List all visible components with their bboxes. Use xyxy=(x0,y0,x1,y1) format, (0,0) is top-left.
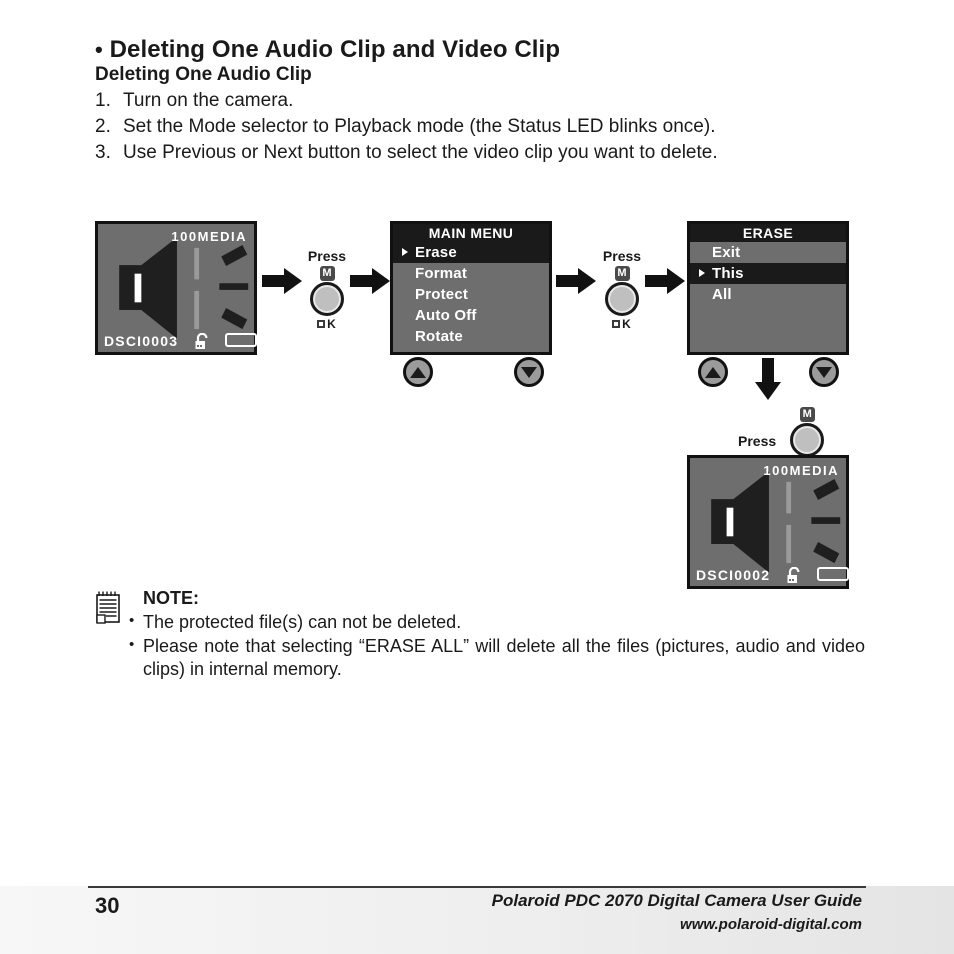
ok-square-glyph-icon xyxy=(317,320,326,328)
list-item: 3. Use Previous or Next button to select… xyxy=(95,140,860,165)
up-button[interactable] xyxy=(403,357,433,387)
mode-badge-icon: M xyxy=(614,266,630,281)
note-header: NOTE: xyxy=(95,588,865,624)
media-folder-label: 100MEDIA xyxy=(171,229,247,244)
file-name-label: DSCI0002 xyxy=(696,567,771,583)
note-items: The protected file(s) can not be deleted… xyxy=(95,609,865,681)
press-label: Press xyxy=(307,248,347,264)
press-label: Press xyxy=(738,432,777,449)
battery-icon xyxy=(225,333,259,347)
section-heading-text: Deleting One Audio Clip and Video Clip xyxy=(109,36,561,63)
step-number: 2. xyxy=(95,116,111,137)
menu-item-auto-off[interactable]: Auto Off xyxy=(393,305,549,326)
menu-item-rotate[interactable]: Rotate xyxy=(393,326,549,347)
battery-icon xyxy=(817,567,851,581)
menu-item-exit[interactable]: Exit xyxy=(690,242,846,263)
unlock-icon xyxy=(195,333,208,349)
menu-item-erase[interactable]: Erase xyxy=(393,242,549,263)
menu-item-format[interactable]: Format xyxy=(393,263,549,284)
file-name-label: DSCI0003 xyxy=(104,333,179,349)
menu-item-protect[interactable]: Protect xyxy=(393,284,549,305)
down-button[interactable] xyxy=(514,357,544,387)
footer-url[interactable]: www.polaroid-digital.com xyxy=(680,916,862,933)
triangle-down-icon xyxy=(521,366,537,378)
step-number: 3. xyxy=(95,142,111,163)
menu-item-all[interactable]: All xyxy=(690,284,846,305)
media-folder-label: 100MEDIA xyxy=(763,463,839,478)
triangle-up-icon xyxy=(705,366,721,378)
erase-menu-panel: ERASE Exit This All xyxy=(687,221,849,355)
menu-item-this[interactable]: This xyxy=(690,263,846,284)
manual-page: • Deleting One Audio Clip and Video Clip… xyxy=(0,0,954,954)
up-button[interactable] xyxy=(698,357,728,387)
steps-list: 1. Turn on the camera. 2. Set the Mode s… xyxy=(95,88,860,166)
list-item: The protected file(s) can not be deleted… xyxy=(129,609,865,634)
ok-button[interactable] xyxy=(790,423,825,457)
flow-arrow-right-icon xyxy=(645,268,685,294)
heading-bullet-icon: • xyxy=(95,37,103,62)
flow-arrow-down-icon xyxy=(755,358,781,400)
press-label: Press xyxy=(602,248,642,264)
triangle-up-icon xyxy=(410,366,426,378)
ok-button[interactable] xyxy=(310,282,344,316)
ok-button-label: K xyxy=(294,317,360,331)
step-text: Use Previous or Next button to select th… xyxy=(123,142,718,163)
unlock-icon xyxy=(787,567,800,583)
ok-button-label: K xyxy=(589,317,655,331)
step-text: Set the Mode selector to Playback mode (… xyxy=(123,116,716,137)
ok-button[interactable] xyxy=(605,282,639,316)
footer-title: Polaroid PDC 2070 Digital Camera User Gu… xyxy=(491,891,862,910)
menu-title: MAIN MENU xyxy=(393,224,549,242)
triangle-down-icon xyxy=(816,366,832,378)
ok-square-glyph-icon xyxy=(612,320,621,328)
list-item: 2. Set the Mode selector to Playback mod… xyxy=(95,114,860,139)
main-menu-panel: MAIN MENU Erase Format Protect Auto Off … xyxy=(390,221,552,355)
camera-lcd-second: 100MEDIA DSCI0002 xyxy=(687,455,851,589)
step-text: Turn on the camera. xyxy=(123,90,294,111)
notepad-icon xyxy=(96,591,120,624)
mode-badge-icon: M xyxy=(319,266,335,281)
list-item: 1. Turn on the camera. xyxy=(95,88,860,113)
list-item: Please note that selecting “ERASE ALL” w… xyxy=(129,633,865,681)
page-number: 30 xyxy=(95,893,120,918)
camera-lcd-first: 100MEDIA DSCI0003 xyxy=(95,221,259,355)
menu-title: ERASE xyxy=(690,224,846,242)
footer-divider xyxy=(88,886,866,888)
note-title: NOTE: xyxy=(143,588,199,608)
section-heading: • Deleting One Audio Clip and Video Clip xyxy=(95,36,560,64)
step-number: 1. xyxy=(95,90,111,111)
down-button[interactable] xyxy=(809,357,839,387)
flow-arrow-right-icon xyxy=(350,268,390,294)
sub-heading: Deleting One Audio Clip xyxy=(95,64,312,85)
mode-badge-icon: M xyxy=(799,407,815,422)
note-block: NOTE: The protected file(s) can not be d… xyxy=(95,588,865,682)
